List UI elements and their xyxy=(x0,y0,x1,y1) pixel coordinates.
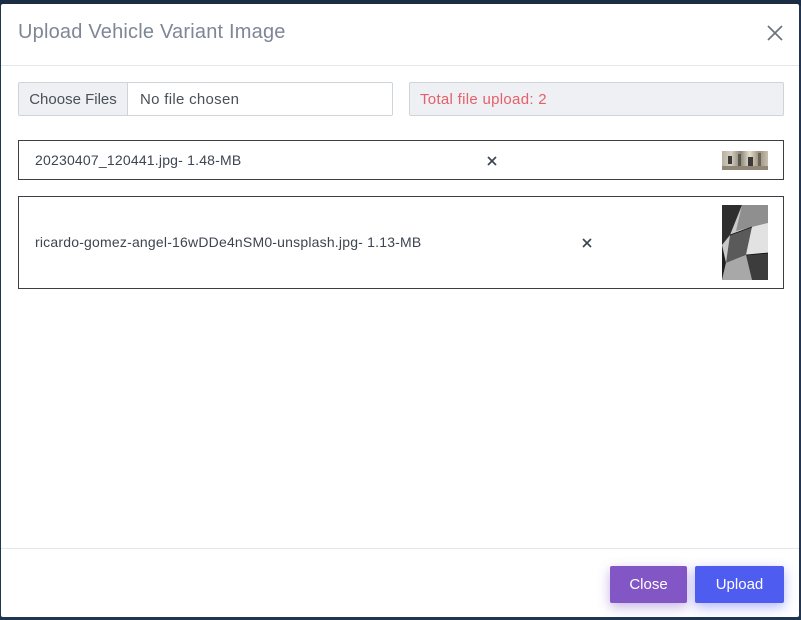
total-upload-count: Total file upload: 2 xyxy=(409,82,784,116)
close-button[interactable]: Close xyxy=(610,566,687,603)
modal-footer: Close Upload xyxy=(1,548,799,617)
file-name: ricardo-gomez-angel-16wDDe4nSM0-unsplash… xyxy=(35,234,422,250)
file-row: 20230407_120441.jpg- 1.48-MB xyxy=(18,140,784,180)
upload-button[interactable]: Upload xyxy=(695,566,784,603)
file-status-text: No file chosen xyxy=(140,90,240,108)
close-icon[interactable] xyxy=(764,22,786,44)
modal-title: Upload Vehicle Variant Image xyxy=(18,21,286,43)
file-name: 20230407_120441.jpg- 1.48-MB xyxy=(35,152,242,168)
file-row: ricardo-gomez-angel-16wDDe4nSM0-unsplash… xyxy=(18,196,784,289)
file-thumbnail xyxy=(722,205,768,280)
file-thumbnail xyxy=(722,151,768,170)
upload-modal: Upload Vehicle Variant Image Choose File… xyxy=(1,4,799,617)
modal-header: Upload Vehicle Variant Image xyxy=(1,4,799,66)
choose-files-button[interactable]: Choose Files xyxy=(19,83,128,115)
remove-file-icon[interactable] xyxy=(486,154,498,166)
remove-file-icon[interactable] xyxy=(581,236,593,248)
file-input[interactable]: Choose Files No file chosen xyxy=(18,82,393,116)
